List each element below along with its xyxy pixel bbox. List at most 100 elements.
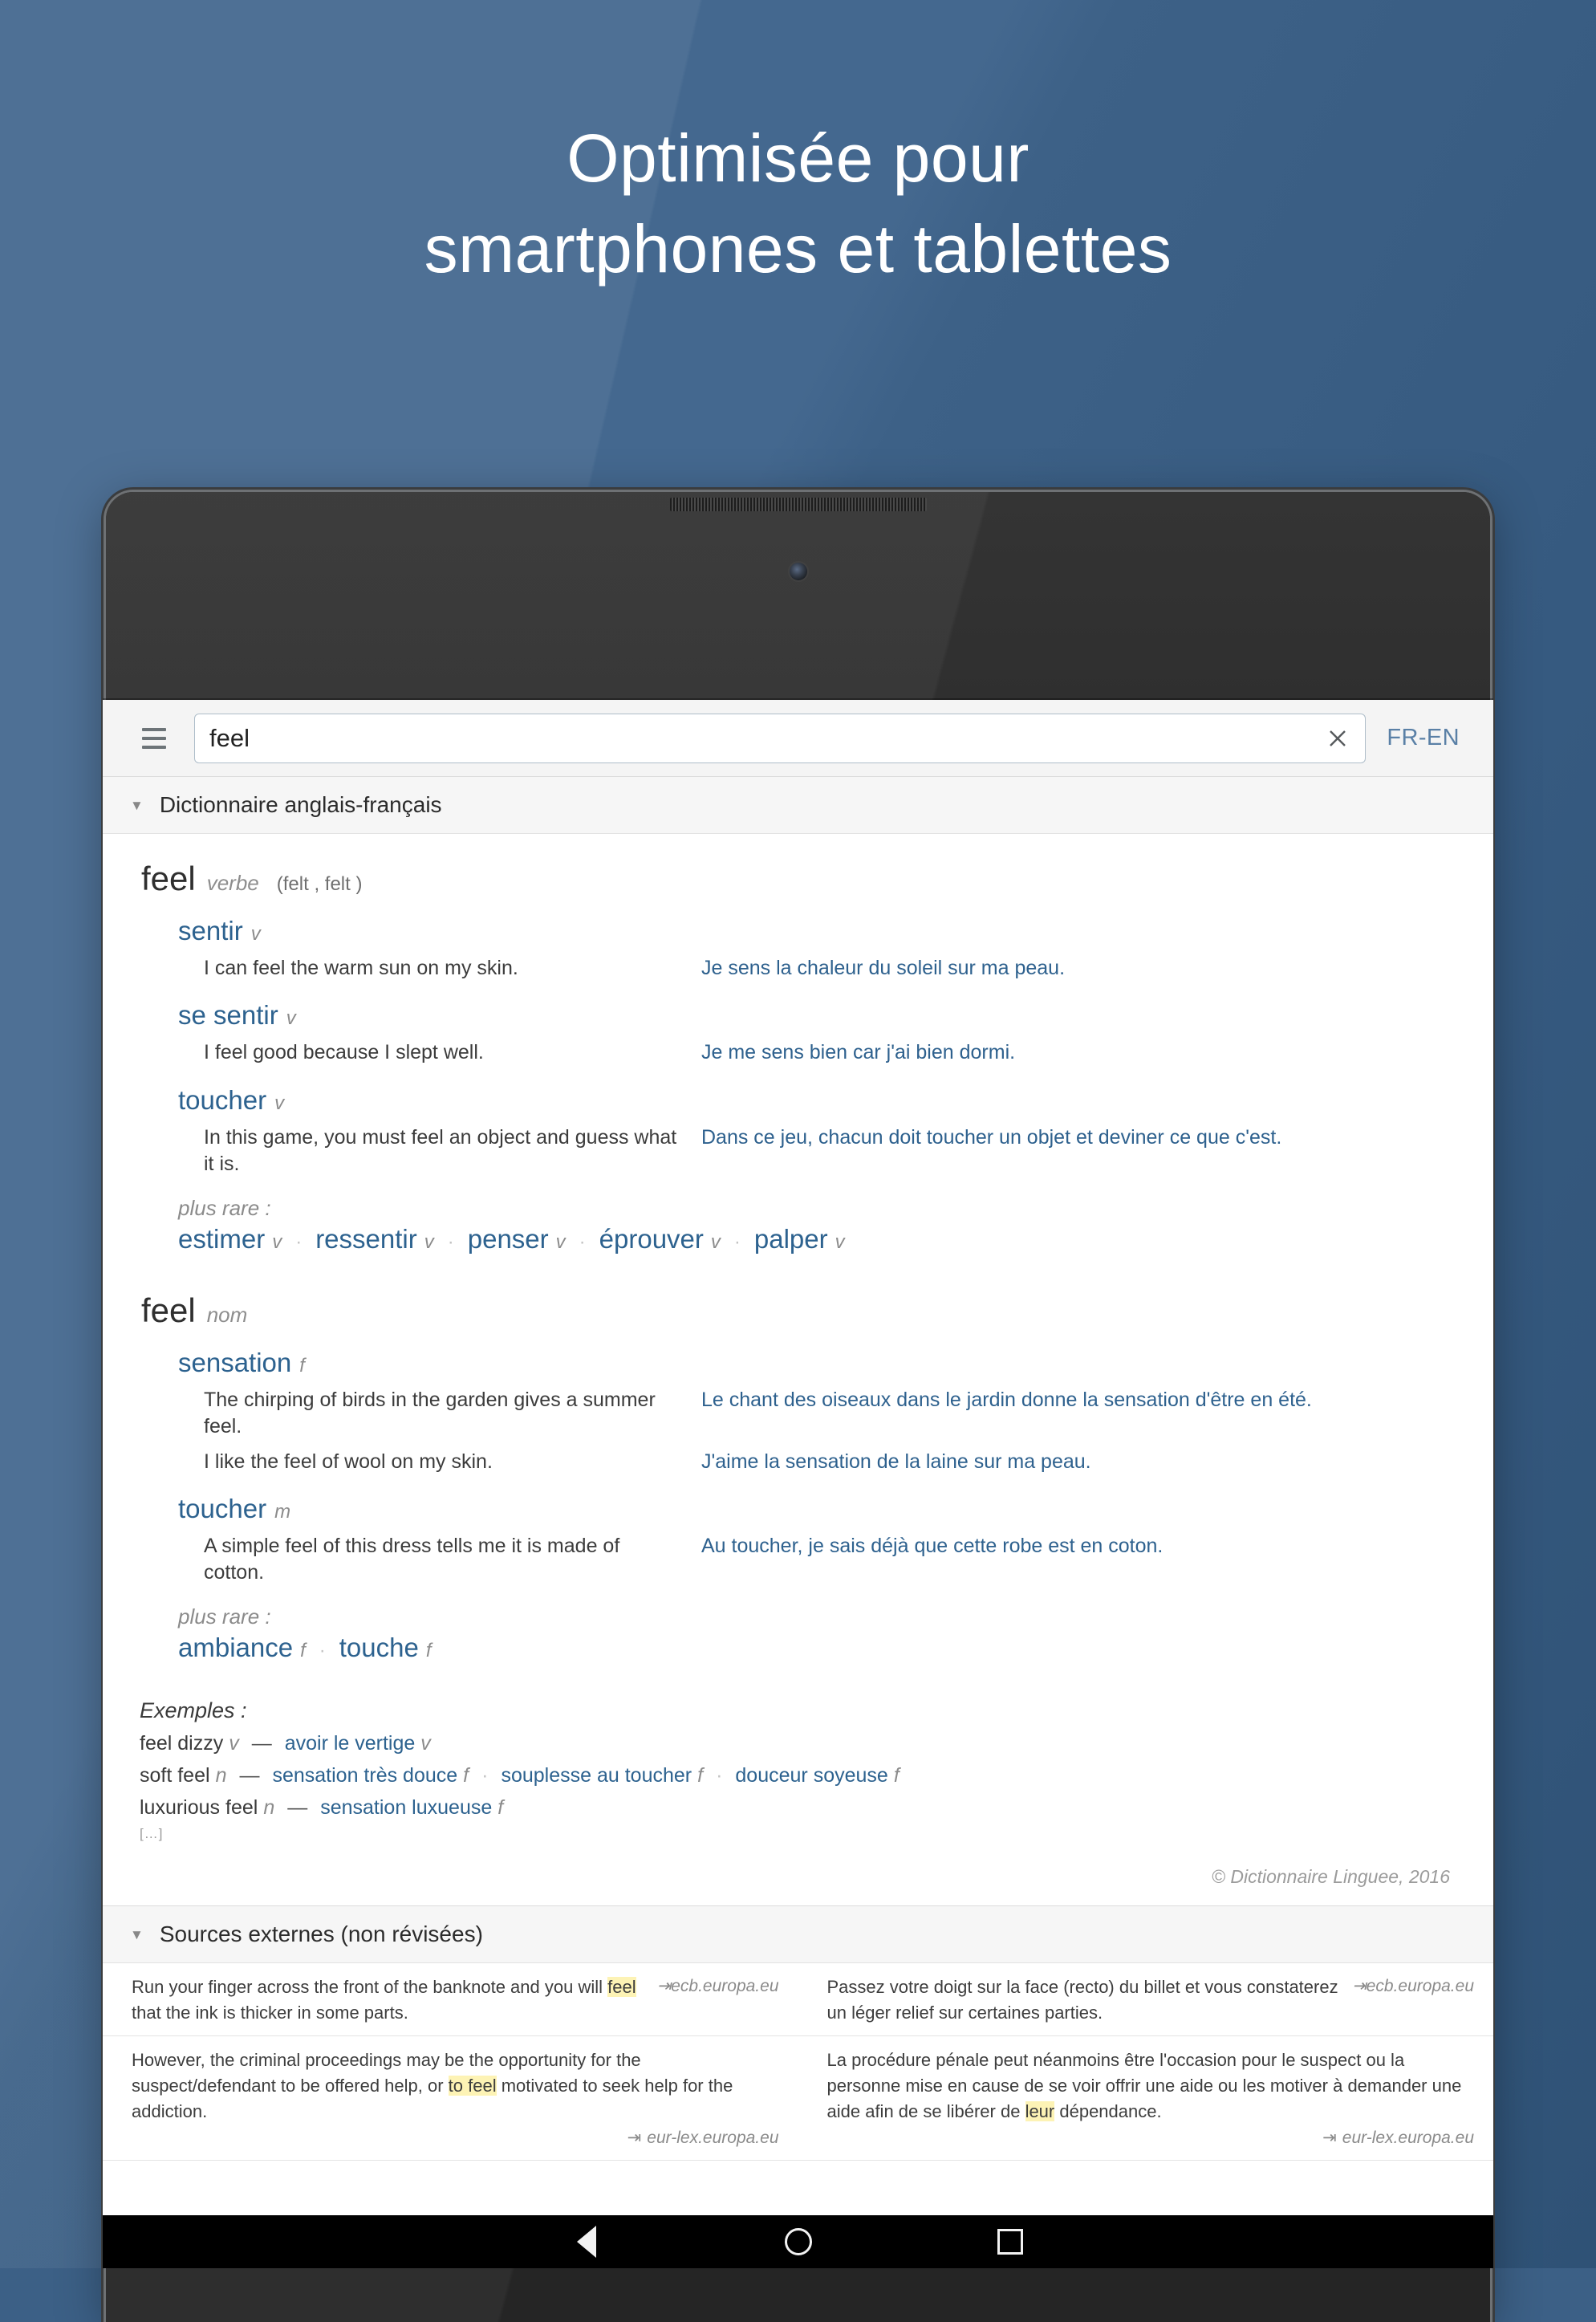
example-translation[interactable]: sensation luxueuse (320, 1796, 492, 1820)
menu-bar-2 (142, 736, 166, 740)
example-phrase-pos: n (263, 1796, 275, 1820)
separator-dot: · (716, 1764, 723, 1787)
plus-rare-list: ambiance f · touche f (178, 1633, 1464, 1663)
plus-rare-term[interactable]: touche (339, 1633, 419, 1663)
external-link-icon: ⇥ (1352, 1977, 1367, 1996)
source-domain: eur-lex.europa.eu (1342, 2128, 1474, 2147)
plus-rare-item[interactable]: ressentir v (315, 1224, 434, 1255)
sense-header[interactable]: toucher m (178, 1484, 1464, 1529)
plus-rare-term[interactable]: ressentir (315, 1224, 417, 1255)
sense-block: toucher m A simple feel of this dress te… (132, 1484, 1464, 1591)
example-translation-gender: v (420, 1732, 431, 1755)
menu-bar-1 (142, 727, 166, 731)
example-target: J'aime la sensation de la laine sur ma p… (701, 1450, 1091, 1473)
language-direction-toggle[interactable]: FR-EN (1383, 720, 1463, 756)
back-triangle-icon[interactable] (569, 2224, 604, 2259)
example-target: Le chant des oiseaux dans le jardin donn… (701, 1389, 1312, 1411)
search-field-wrapper[interactable] (194, 713, 1367, 763)
example-row: I feel good because I slept well. Je me … (204, 1035, 1464, 1070)
external-source-english: However, the criminal proceedings may be… (103, 2048, 798, 2150)
close-icon[interactable] (1318, 719, 1357, 758)
dictionary-body: feel verbe (felt , felt ) sentir v I can… (103, 834, 1493, 1905)
plus-rare-item[interactable]: penser v (468, 1224, 566, 1255)
home-glyph (784, 2228, 812, 2255)
source-attribution[interactable]: ⇥ecb.europa.eu (657, 1974, 779, 1999)
hamburger-menu-icon[interactable] (132, 716, 177, 761)
plus-rare-term[interactable]: ambiance (178, 1633, 293, 1663)
example-source: A simple feel of this dress tells me it … (204, 1534, 620, 1584)
example-translation[interactable]: douceur soyeuse (735, 1764, 887, 1787)
plus-rare-item[interactable]: ambiance f (178, 1633, 306, 1663)
chevron-down-icon: ▼ (130, 797, 144, 813)
sense-term[interactable]: sentir (178, 916, 243, 946)
example-phrase-pos: n (215, 1764, 227, 1787)
sense-header[interactable]: toucher v (178, 1076, 1464, 1120)
source-attribution[interactable]: ⇥ecb.europa.eu (1352, 1974, 1474, 1999)
sense-term[interactable]: sensation (178, 1348, 291, 1378)
example-translation-gender: f (893, 1764, 900, 1787)
sense-header[interactable]: sentir v (178, 906, 1464, 951)
example-translation[interactable]: sensation très douce (272, 1764, 457, 1787)
dictionary-entry: feel nom sensation f The chirping of bir… (132, 1291, 1464, 1663)
source-attribution[interactable]: ⇥ eur-lex.europa.eu (827, 2126, 1474, 2150)
front-camera-icon (789, 563, 807, 580)
source-attribution[interactable]: ⇥ eur-lex.europa.eu (132, 2126, 779, 2150)
android-navigation-bar (103, 2215, 1493, 2268)
plus-rare-gender: v (710, 1231, 721, 1253)
plus-rare-gender: v (424, 1231, 434, 1253)
copyright-notice: © Dictionnaire Linguee, 2016 (1212, 1866, 1450, 1888)
entry-part-of-speech: verbe (206, 871, 259, 895)
sense-gender: v (274, 1092, 285, 1114)
sense-block: sentir v I can feel the warm sun on my s… (132, 906, 1464, 986)
plus-rare-item[interactable]: éprouver v (599, 1224, 721, 1255)
tablet-screen: FR-EN ▼ Dictionnaire anglais-français fe… (103, 700, 1493, 2268)
sense-block: sensation f The chirping of birds in the… (132, 1338, 1464, 1479)
external-source-english: ⇥ecb.europa.eu Run your finger across th… (103, 1974, 798, 2026)
dictionary-entry: feel verbe (felt , felt ) sentir v I can… (132, 860, 1464, 1255)
external-source-french: ⇥ecb.europa.eu Passez votre doigt sur la… (798, 1974, 1494, 2026)
promo-headline: Optimisée pour smartphones et tablettes (0, 124, 1596, 283)
plus-rare-item[interactable]: palper v (754, 1224, 845, 1255)
plus-rare-term[interactable]: éprouver (599, 1224, 704, 1255)
plus-rare-item[interactable]: estimer v (178, 1224, 282, 1255)
plus-rare-gender: v (272, 1231, 282, 1253)
external-sources-header[interactable]: ▼ Sources externes (non révisées) (103, 1905, 1493, 1964)
example-phrase-source: feel dizzy (140, 1732, 224, 1755)
source-text-prefix: Run your finger across the front of the … (132, 1977, 608, 1998)
entry-inflected-forms: (felt , felt ) (276, 873, 363, 895)
sense-term[interactable]: toucher (178, 1494, 266, 1524)
external-sources-title: Sources externes (non révisées) (159, 1921, 483, 1947)
sense-header[interactable]: se sentir v (178, 990, 1464, 1035)
external-link-icon: ⇥ (656, 1977, 672, 1996)
separator-dot: · (447, 1231, 454, 1253)
example-target: Je sens la chaleur du soleil sur ma peau… (701, 957, 1066, 979)
example-source: I can feel the warm sun on my skin. (204, 957, 518, 979)
example-row: A simple feel of this dress tells me it … (204, 1529, 1464, 1591)
search-input[interactable] (209, 723, 1319, 753)
dictionary-section-header[interactable]: ▼ Dictionnaire anglais-français (103, 777, 1493, 834)
sense-term[interactable]: se sentir (178, 1000, 278, 1031)
example-translation[interactable]: souplesse au toucher (501, 1764, 692, 1787)
recents-square-icon[interactable] (993, 2224, 1028, 2259)
external-source-row: ⇥ecb.europa.eu Run your finger across th… (103, 1963, 1494, 2037)
dictionary-section-title: Dictionnaire anglais-français (159, 792, 442, 817)
example-row: I can feel the warm sun on my skin. Je s… (204, 951, 1464, 986)
plus-rare-term[interactable]: palper (754, 1224, 828, 1255)
plus-rare-term[interactable]: estimer (178, 1224, 265, 1255)
external-sources-body: ⇥ecb.europa.eu Run your finger across th… (103, 1963, 1493, 2161)
more-examples-indicator[interactable]: […] (140, 1826, 1464, 1842)
external-source-french: La procédure pénale peut néanmoins être … (798, 2048, 1494, 2150)
separator-dot: · (481, 1764, 489, 1787)
sense-header[interactable]: sensation f (178, 1338, 1464, 1383)
app-bar: FR-EN (103, 700, 1493, 777)
headline-line-1: Optimisée pour (567, 120, 1029, 196)
home-circle-icon[interactable] (781, 2224, 816, 2259)
sense-term[interactable]: toucher (178, 1085, 266, 1116)
source-domain: ecb.europa.eu (1366, 1977, 1474, 1996)
highlighted-term: leur (1025, 2100, 1055, 2121)
plus-rare-item[interactable]: touche f (339, 1633, 432, 1663)
example-translation-gender: f (697, 1764, 704, 1787)
example-translation[interactable]: avoir le vertige (285, 1732, 416, 1755)
plus-rare-term[interactable]: penser (468, 1224, 549, 1255)
example-phrase-source: soft feel (140, 1764, 210, 1787)
